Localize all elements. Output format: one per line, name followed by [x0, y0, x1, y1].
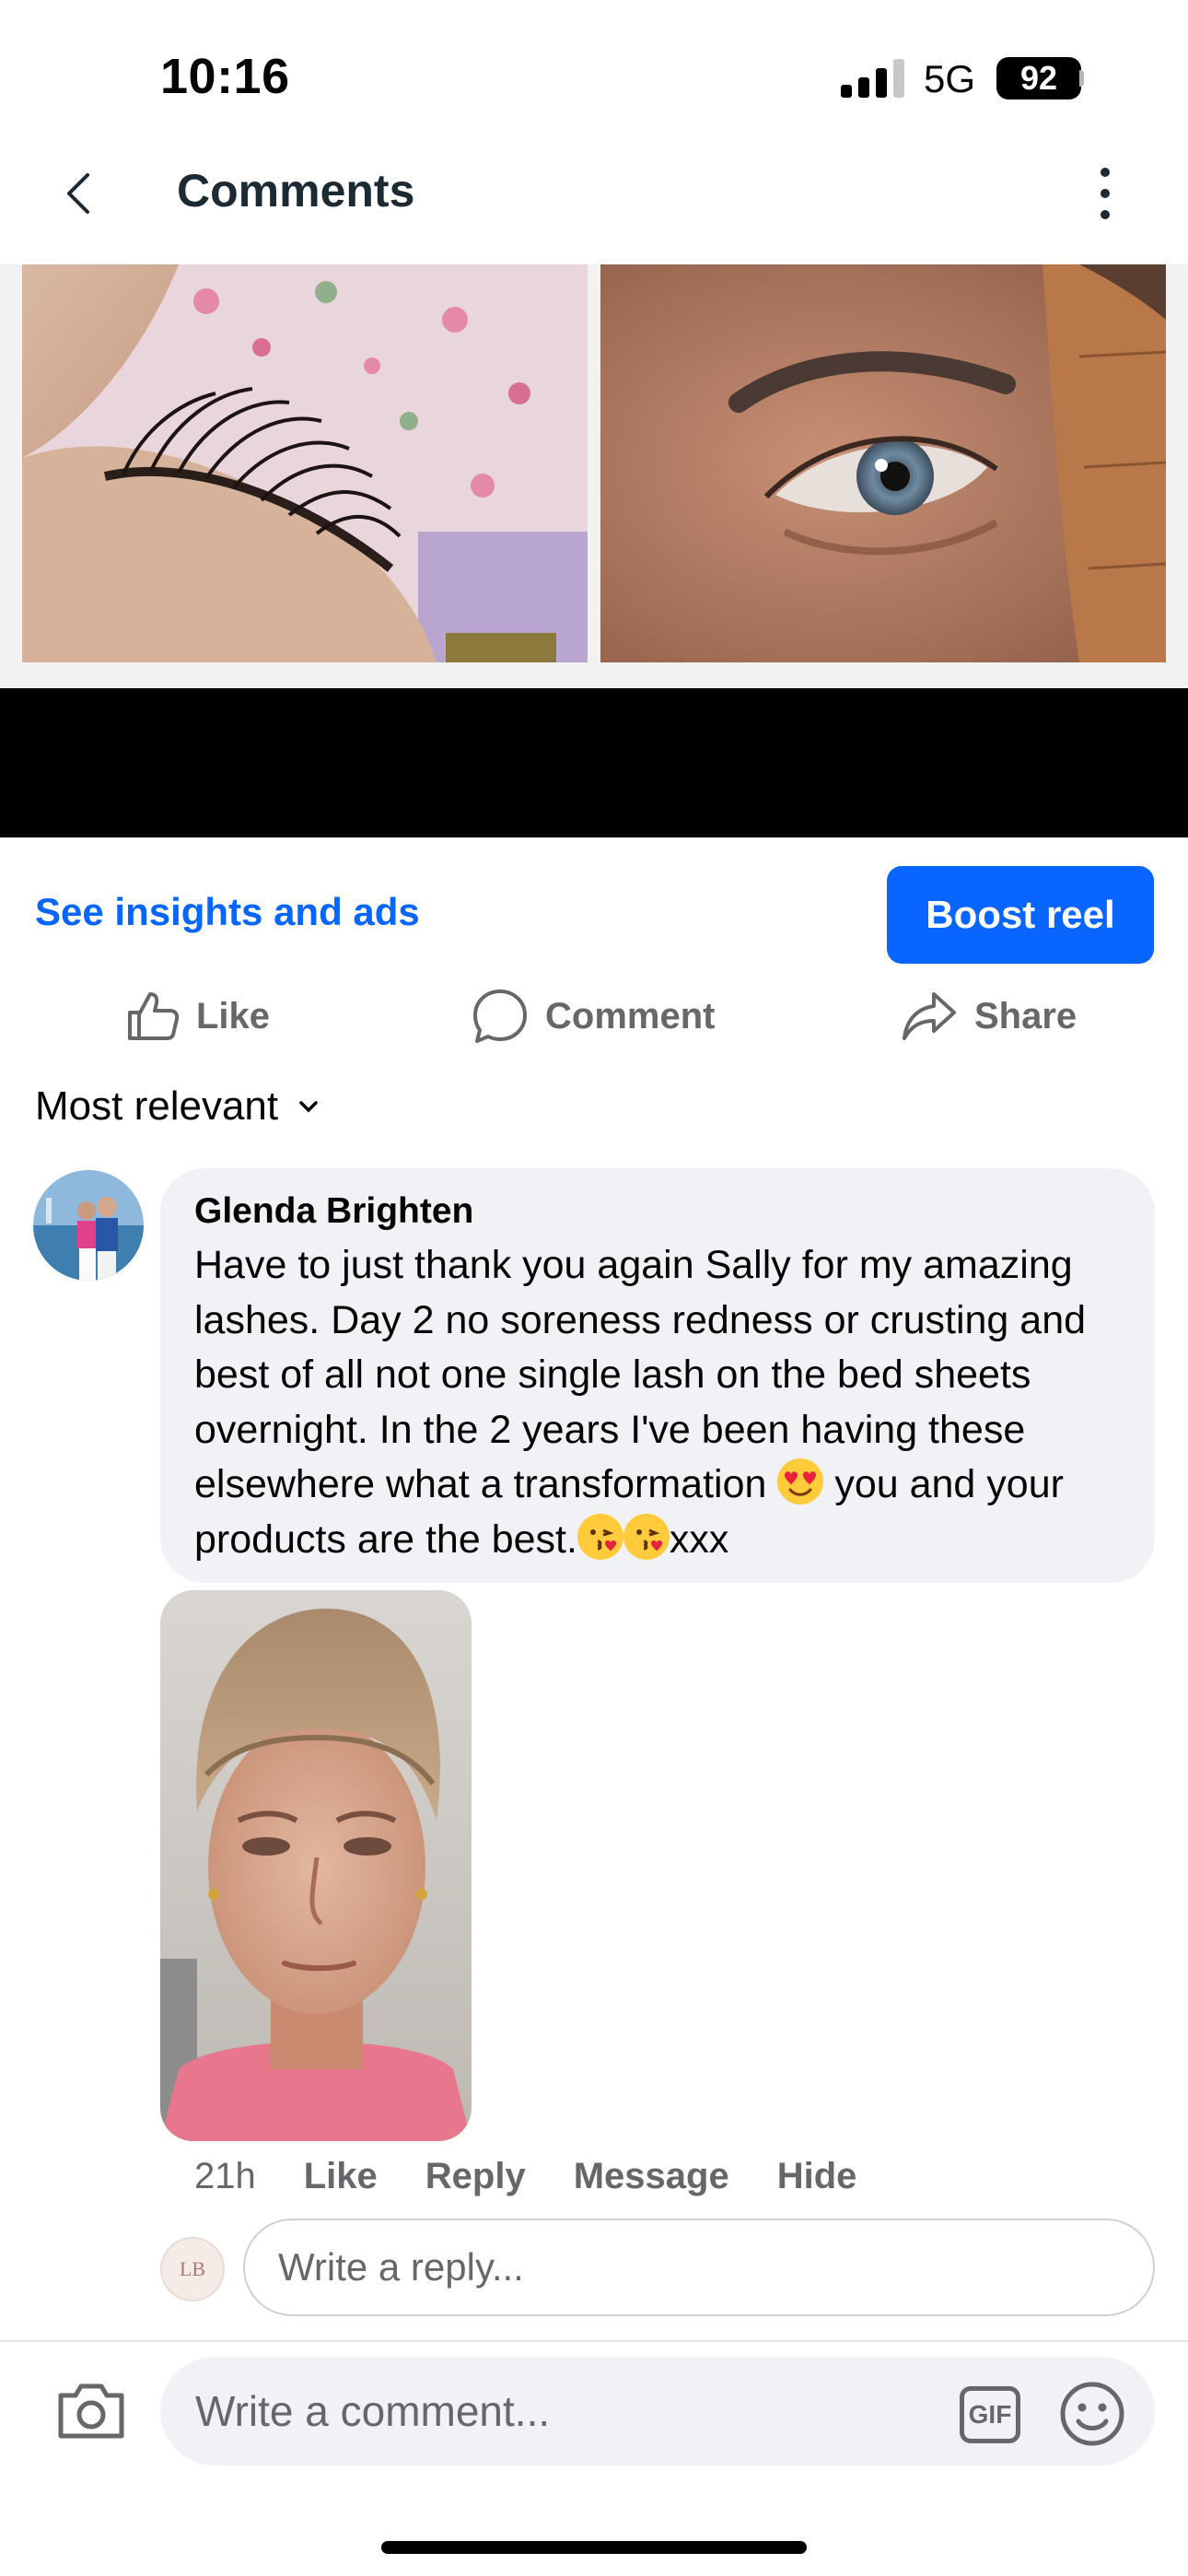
- comment-message-link[interactable]: Message: [574, 2156, 729, 2197]
- eyelash-photo: [22, 264, 588, 662]
- kissing-face-emoji-icon: [623, 1513, 670, 1560]
- video-letterbox: [0, 688, 1188, 837]
- comment-attached-photo[interactable]: [160, 1590, 472, 2141]
- comment-actions: 21h Like Reply Message Hide: [194, 2156, 904, 2197]
- comment-bubble-icon: [473, 989, 527, 1043]
- comment-author[interactable]: Glenda Brighten: [194, 1191, 473, 1232]
- battery-level: 92: [996, 57, 1081, 100]
- camera-icon[interactable]: [55, 2381, 127, 2441]
- comment-like-link[interactable]: Like: [304, 2156, 378, 2197]
- comment-reply-link[interactable]: Reply: [425, 2156, 526, 2197]
- page-avatar: LB: [160, 2237, 225, 2301]
- comment-label: Comment: [545, 995, 716, 1036]
- gif-button[interactable]: GIF: [960, 2386, 1020, 2443]
- like-button[interactable]: Like: [124, 984, 270, 1048]
- home-indicator: [381, 2541, 807, 2554]
- share-button[interactable]: Share: [901, 984, 1077, 1048]
- see-insights-link[interactable]: See insights and ads: [35, 890, 420, 934]
- comment-text-part3: xxx: [669, 1516, 729, 1562]
- like-label: Like: [196, 995, 271, 1036]
- chevron-left-icon: [67, 173, 89, 214]
- sort-dropdown[interactable]: Most relevant: [35, 1083, 319, 1130]
- composer-divider: [0, 2340, 1188, 2342]
- status-time: 10:16: [160, 49, 290, 104]
- battery-tip: [1079, 70, 1084, 87]
- sort-label: Most relevant: [35, 1083, 279, 1129]
- commenter-avatar[interactable]: [33, 1170, 144, 1281]
- comment-button[interactable]: Comment: [472, 984, 715, 1048]
- kissing-face-emoji-icon: [577, 1513, 623, 1560]
- emoji-smiley-icon[interactable]: [1059, 2381, 1125, 2447]
- back-button[interactable]: [55, 166, 101, 221]
- more-options-button[interactable]: [1087, 168, 1124, 219]
- page-title: Comments: [177, 165, 415, 217]
- eye-closeup-photo: [600, 264, 1166, 662]
- network-type: 5G: [924, 57, 976, 100]
- signal-icon: [841, 59, 904, 98]
- thumbs-up-icon: [128, 992, 180, 1040]
- share-arrow-icon: [903, 992, 956, 1040]
- boost-reel-button[interactable]: Boost reel: [887, 866, 1154, 964]
- heart-eyes-emoji-icon: [777, 1458, 824, 1505]
- comment-timestamp: 21h: [194, 2156, 256, 2196]
- comment-text: Have to just thank you again Sally for m…: [194, 1238, 1134, 1567]
- chevron-down-icon: [299, 1101, 318, 1113]
- comment-hide-link[interactable]: Hide: [777, 2156, 857, 2197]
- share-label: Share: [974, 995, 1077, 1036]
- reply-input[interactable]: Write a reply...: [243, 2219, 1155, 2316]
